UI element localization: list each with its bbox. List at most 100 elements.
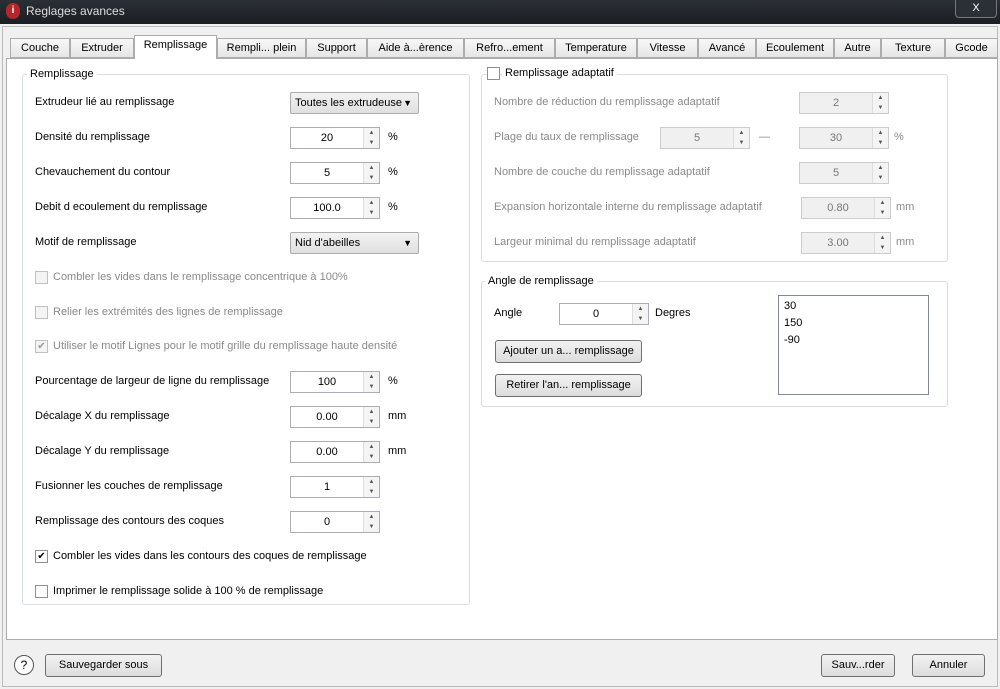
tab-12[interactable]: Texture bbox=[881, 38, 945, 58]
overlap-spinbox-value[interactable]: 5 bbox=[291, 163, 363, 183]
tab-6[interactable]: Refro...ement bbox=[464, 38, 555, 58]
spin-down-icon[interactable]: ▼ bbox=[364, 452, 379, 462]
shell-fill-spinbox-value[interactable]: 0 bbox=[291, 512, 363, 532]
spin-down-icon[interactable]: ▼ bbox=[364, 487, 379, 497]
angle-list-item[interactable]: 150 bbox=[784, 315, 923, 332]
spin-down-icon[interactable]: ▼ bbox=[633, 314, 648, 324]
spin-up-icon[interactable]: ▲ bbox=[364, 442, 379, 452]
tab-4[interactable]: Support bbox=[306, 38, 367, 58]
tab-3[interactable]: Rempli... plein bbox=[217, 38, 306, 58]
spin-up-icon[interactable]: ▲ bbox=[364, 407, 379, 417]
linewidth-spinbox-arrows[interactable]: ▲ ▼ bbox=[363, 372, 379, 392]
flow-spinbox-value[interactable]: 100.0 bbox=[291, 198, 363, 218]
tab-5[interactable]: Aide à...èrence bbox=[367, 38, 464, 58]
remove-angle-button[interactable]: Retirer l'an... remplissage bbox=[495, 374, 642, 397]
spin-down-icon[interactable]: ▼ bbox=[364, 382, 379, 392]
linewidth-spinbox[interactable]: 100 ▲ ▼ bbox=[290, 371, 380, 393]
tab-9[interactable]: Avancé bbox=[698, 38, 756, 58]
offset-x-spinbox[interactable]: 0.00 ▲ ▼ bbox=[290, 406, 380, 428]
minwidth-spinbox-arrows: ▲ ▼ bbox=[874, 233, 890, 253]
merge-spinbox-arrows[interactable]: ▲ ▼ bbox=[363, 477, 379, 497]
range-max-spinbox-value: 30 bbox=[829, 132, 843, 144]
angle-list-item[interactable]: 30 bbox=[784, 298, 923, 315]
linewidth-spinbox-value[interactable]: 100 bbox=[291, 372, 363, 392]
overlap-spinbox[interactable]: 5 ▲ ▼ bbox=[290, 162, 380, 184]
close-button[interactable]: X bbox=[955, 0, 997, 18]
tab-2[interactable]: Remplissage bbox=[134, 35, 217, 59]
expansion-unit: mm bbox=[896, 201, 915, 213]
cb-solid-checkbox[interactable] bbox=[35, 585, 48, 598]
adaptive-checkbox[interactable] bbox=[487, 67, 500, 80]
save-as-button[interactable]: Sauvegarder sous bbox=[45, 654, 162, 677]
spin-down-icon[interactable]: ▼ bbox=[364, 138, 379, 148]
range-max-spinbox: 30 ▲ ▼ bbox=[799, 127, 889, 149]
tab-1[interactable]: Extruder bbox=[70, 38, 134, 58]
merge-spinbox-value[interactable]: 1 bbox=[291, 477, 363, 497]
spin-up-icon[interactable]: ▲ bbox=[633, 304, 648, 314]
spin-up-icon[interactable]: ▲ bbox=[364, 477, 379, 487]
angle-list-item[interactable]: -90 bbox=[784, 332, 923, 349]
range-max-spinbox-arrows: ▲ ▼ bbox=[872, 128, 888, 148]
spin-up-icon[interactable]: ▲ bbox=[364, 512, 379, 522]
spin-up-icon[interactable]: ▲ bbox=[364, 163, 379, 173]
angle-spinbox-value[interactable]: 0 bbox=[560, 304, 632, 324]
shell-fill-spinbox-arrows[interactable]: ▲ ▼ bbox=[363, 512, 379, 532]
tab-8[interactable]: Vitesse bbox=[637, 38, 698, 58]
reduction-label: Nombre de réduction du remplissage adapt… bbox=[494, 96, 720, 108]
spin-up-icon[interactable]: ▲ bbox=[364, 128, 379, 138]
angle-spinbox[interactable]: 0 ▲ ▼ bbox=[559, 303, 649, 325]
offset-y-spinbox-arrows[interactable]: ▲ ▼ bbox=[363, 442, 379, 462]
density-spinbox[interactable]: 20 ▲ ▼ bbox=[290, 127, 380, 149]
tab-0[interactable]: Couche bbox=[10, 38, 70, 58]
help-icon[interactable]: ? bbox=[14, 655, 34, 675]
shell-fill-spinbox[interactable]: 0 ▲ ▼ bbox=[290, 511, 380, 533]
range-separator: — bbox=[759, 131, 770, 143]
spin-up-icon[interactable]: ▲ bbox=[364, 372, 379, 382]
spin-down-icon[interactable]: ▼ bbox=[364, 208, 379, 218]
cb-gaps-checkbox[interactable]: ✔ bbox=[35, 550, 48, 563]
angle-label: Angle bbox=[494, 307, 523, 319]
merge-spinbox[interactable]: 1 ▲ ▼ bbox=[290, 476, 380, 498]
angle-spinbox-arrows[interactable]: ▲ ▼ bbox=[632, 304, 648, 324]
minwidth-spinbox-value: 3.00 bbox=[827, 237, 849, 249]
tab-7[interactable]: Temperature bbox=[555, 38, 637, 58]
offset-x-spinbox-arrows[interactable]: ▲ ▼ bbox=[363, 407, 379, 427]
overlap-spinbox-arrows[interactable]: ▲ ▼ bbox=[363, 163, 379, 183]
range-min-spinbox-arrows: ▲ ▼ bbox=[733, 128, 749, 148]
spin-down-icon[interactable]: ▼ bbox=[364, 522, 379, 532]
title-bar: i Reglages avances X bbox=[0, 0, 1000, 24]
add-angle-button[interactable]: Ajouter un a... remplissage bbox=[495, 340, 642, 363]
range-min-spinbox-value: 5 bbox=[693, 132, 701, 144]
offset-x-spinbox-value[interactable]: 0.00 bbox=[291, 407, 363, 427]
spin-down-icon[interactable]: ▼ bbox=[364, 417, 379, 427]
flow-unit: % bbox=[388, 201, 398, 213]
angle-group-title: Angle de remplissage bbox=[485, 275, 597, 287]
flow-spinbox[interactable]: 100.0 ▲ ▼ bbox=[290, 197, 380, 219]
offset-y-spinbox[interactable]: 0.00 ▲ ▼ bbox=[290, 441, 380, 463]
pattern-dropdown[interactable]: Nid d'abeilles ▼ bbox=[290, 232, 419, 254]
spin-up-icon[interactable]: ▲ bbox=[364, 198, 379, 208]
spin-up-icon: ▲ bbox=[877, 130, 884, 136]
save-button[interactable]: Sauv...rder bbox=[821, 654, 895, 677]
flow-spinbox-arrows[interactable]: ▲ ▼ bbox=[363, 198, 379, 218]
spin-down-icon: ▼ bbox=[879, 210, 886, 216]
offset-x-unit: mm bbox=[388, 410, 407, 422]
expansion-label: Expansion horizontale interne du remplis… bbox=[494, 201, 762, 213]
extruder-dropdown[interactable]: Toutes les extrudeuse ▼ bbox=[290, 92, 419, 114]
tab-13[interactable]: Gcode bbox=[945, 38, 998, 58]
cancel-button[interactable]: Annuler bbox=[912, 654, 985, 677]
layers-spinbox-value: 5 bbox=[832, 167, 840, 179]
reduction-spinbox-arrows: ▲ ▼ bbox=[872, 93, 888, 113]
layers-spinbox-arrows: ▲ ▼ bbox=[872, 163, 888, 183]
density-spinbox-arrows[interactable]: ▲ ▼ bbox=[363, 128, 379, 148]
angle-list[interactable]: 30 150 -90 bbox=[778, 295, 929, 395]
minwidth-label: Largeur minimal du remplissage adaptatif bbox=[494, 236, 696, 248]
adaptive-title: Remplissage adaptatif bbox=[502, 67, 617, 79]
tab-10[interactable]: Ecoulement bbox=[756, 38, 834, 58]
minwidth-spinbox: 3.00 ▲ ▼ bbox=[801, 232, 891, 254]
tab-11[interactable]: Autre bbox=[834, 38, 881, 58]
density-spinbox-value[interactable]: 20 bbox=[291, 128, 363, 148]
offset-y-spinbox-value[interactable]: 0.00 bbox=[291, 442, 363, 462]
expansion-spinbox: 0.80 ▲ ▼ bbox=[801, 197, 891, 219]
spin-down-icon[interactable]: ▼ bbox=[364, 173, 379, 183]
